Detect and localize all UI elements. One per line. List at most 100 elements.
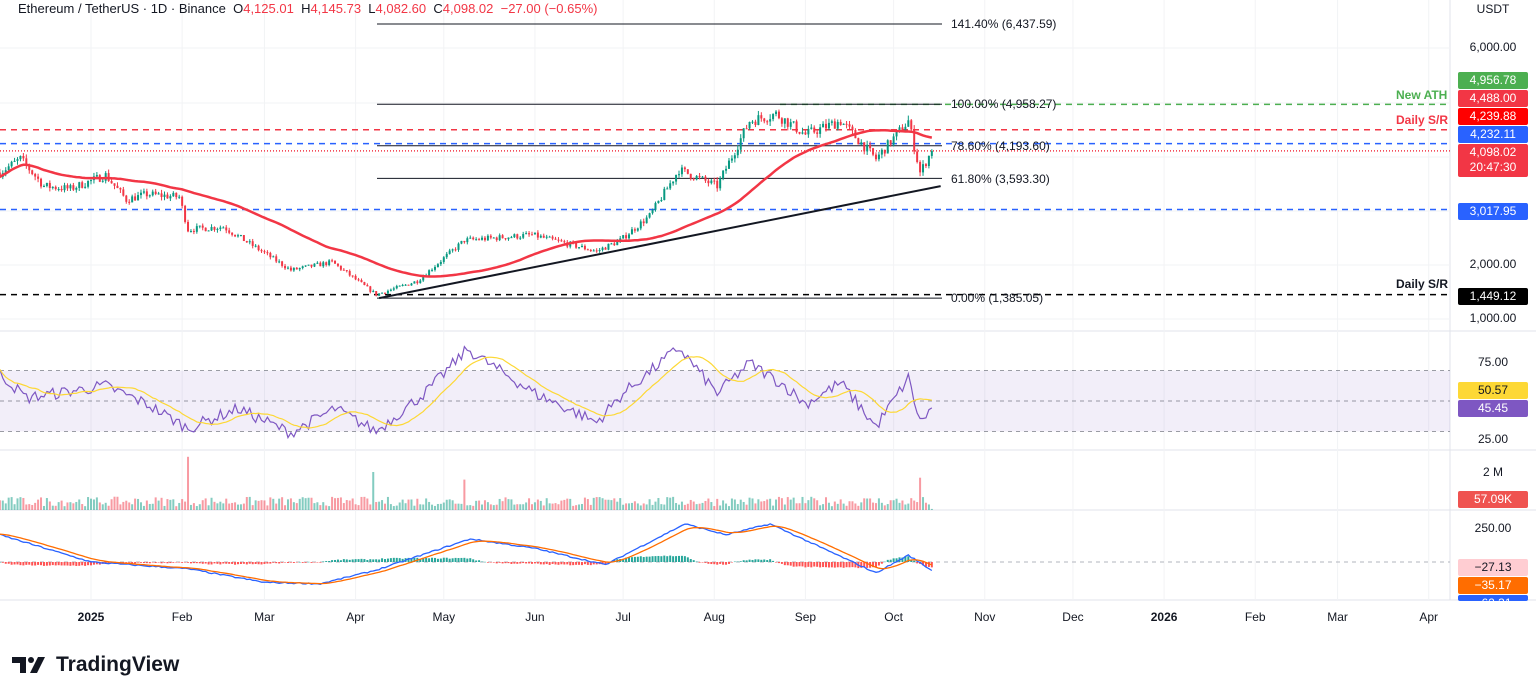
- volume-bar: [16, 498, 19, 510]
- volume-bar: [798, 503, 801, 510]
- volume-bar: [231, 502, 234, 510]
- candle-body: [222, 227, 225, 229]
- volume-bar: [730, 498, 733, 510]
- macd-histogram-bar: [328, 561, 331, 562]
- volume-bar: [839, 499, 842, 510]
- volume-bar: [45, 498, 48, 510]
- candle-body: [751, 121, 754, 123]
- candle-body: [386, 290, 389, 294]
- candle-body: [851, 126, 854, 131]
- volume-bar: [789, 499, 792, 510]
- candle-body: [727, 160, 730, 169]
- volume-bar: [316, 502, 319, 510]
- volume-bar: [666, 497, 669, 510]
- macd-histogram-bar: [536, 562, 539, 564]
- candle-body: [348, 271, 351, 276]
- volume-bar: [398, 502, 401, 510]
- candle-body: [533, 232, 536, 235]
- macd-histogram-bar: [883, 561, 886, 563]
- macd-histogram-bar: [478, 560, 481, 562]
- candle-body: [613, 243, 616, 246]
- macd-histogram-bar: [777, 562, 780, 564]
- candle-body: [648, 213, 651, 218]
- volume-bar: [622, 504, 625, 510]
- volume-bar: [519, 504, 522, 510]
- ath-price-label: 4,956.78: [1458, 72, 1528, 89]
- currency-label[interactable]: USDT: [1458, 2, 1528, 16]
- volume-bar: [889, 500, 892, 510]
- volume-bar: [237, 504, 239, 510]
- candle-body: [225, 227, 228, 231]
- volume-bar: [895, 498, 898, 510]
- chart-canvas[interactable]: [0, 0, 1536, 696]
- candle-body: [739, 138, 742, 150]
- volume-bar: [628, 503, 631, 510]
- volume-bar: [92, 499, 95, 510]
- volume-bar: [775, 499, 778, 510]
- macd-histogram-bar: [563, 562, 566, 565]
- candle-body: [257, 245, 260, 251]
- macd-histogram-bar: [339, 560, 342, 562]
- time-axis-label: Mar: [254, 610, 275, 624]
- bar-countdown: 20:47:30: [1469, 160, 1517, 174]
- candle-body: [766, 121, 769, 123]
- candle-body: [281, 261, 284, 266]
- blue-upper-price-label: 4,232.11: [1458, 126, 1528, 143]
- volume-bar: [572, 505, 575, 510]
- time-axis-label: Feb: [1244, 610, 1266, 624]
- volume-bar: [686, 503, 689, 510]
- macd-histogram-bar: [148, 562, 151, 564]
- candle-body: [381, 292, 384, 294]
- macd-histogram-bar: [757, 559, 760, 562]
- volume-bar: [486, 502, 489, 510]
- volume-bar: [354, 504, 357, 510]
- candle-body: [436, 264, 439, 267]
- volume-bar: [413, 505, 416, 510]
- volume-bar: [195, 506, 198, 510]
- macd-histogram-bar: [378, 559, 381, 562]
- volume-bar: [901, 500, 904, 510]
- volume-bar: [557, 504, 560, 510]
- candle-body: [754, 121, 757, 125]
- candle-body: [395, 286, 398, 289]
- candle-body: [510, 237, 513, 239]
- candle-body: [542, 235, 545, 238]
- macd-histogram-bar: [516, 562, 519, 564]
- volume-bar: [872, 502, 875, 510]
- time-axis-label: May: [432, 610, 456, 624]
- candle-body: [178, 196, 181, 198]
- volume-bar: [295, 503, 298, 510]
- candle-body: [689, 173, 692, 179]
- candle-body: [310, 264, 313, 267]
- tradingview-logo[interactable]: TradingView: [12, 653, 179, 677]
- volume-bar: [877, 498, 880, 510]
- candle-body: [669, 183, 672, 189]
- candle-body: [630, 229, 633, 235]
- symbol-title[interactable]: Ethereum / TetherUS · 1D · Binance: [18, 1, 226, 16]
- time-axis-label: Feb: [171, 610, 193, 624]
- volume-bar: [657, 497, 660, 510]
- volume-bar: [792, 497, 795, 510]
- macd-histogram-bar: [481, 561, 484, 563]
- volume-bar: [863, 498, 866, 510]
- macd-histogram-bar: [772, 560, 775, 562]
- volume-bar: [325, 505, 328, 510]
- candle-body: [848, 124, 851, 127]
- macd-hist-label: −27.13: [1458, 559, 1528, 576]
- volume-bar: [386, 496, 389, 510]
- macd-histogram-bar: [90, 562, 92, 566]
- macd-histogram-bar: [184, 562, 187, 563]
- candle-body: [57, 188, 60, 190]
- macd-histogram-bar: [551, 562, 554, 564]
- volume-bar: [307, 497, 310, 510]
- macd-histogram-bar: [248, 562, 251, 564]
- macd-histogram-bar: [278, 562, 281, 564]
- candle-body: [407, 284, 410, 286]
- volume-bar: [825, 497, 827, 510]
- volume-bar: [586, 499, 589, 510]
- macd-histogram-bar: [789, 562, 792, 566]
- volume-bar: [801, 496, 804, 510]
- volume-bar: [457, 503, 460, 510]
- candle-body: [586, 249, 589, 251]
- candle-body: [830, 121, 833, 123]
